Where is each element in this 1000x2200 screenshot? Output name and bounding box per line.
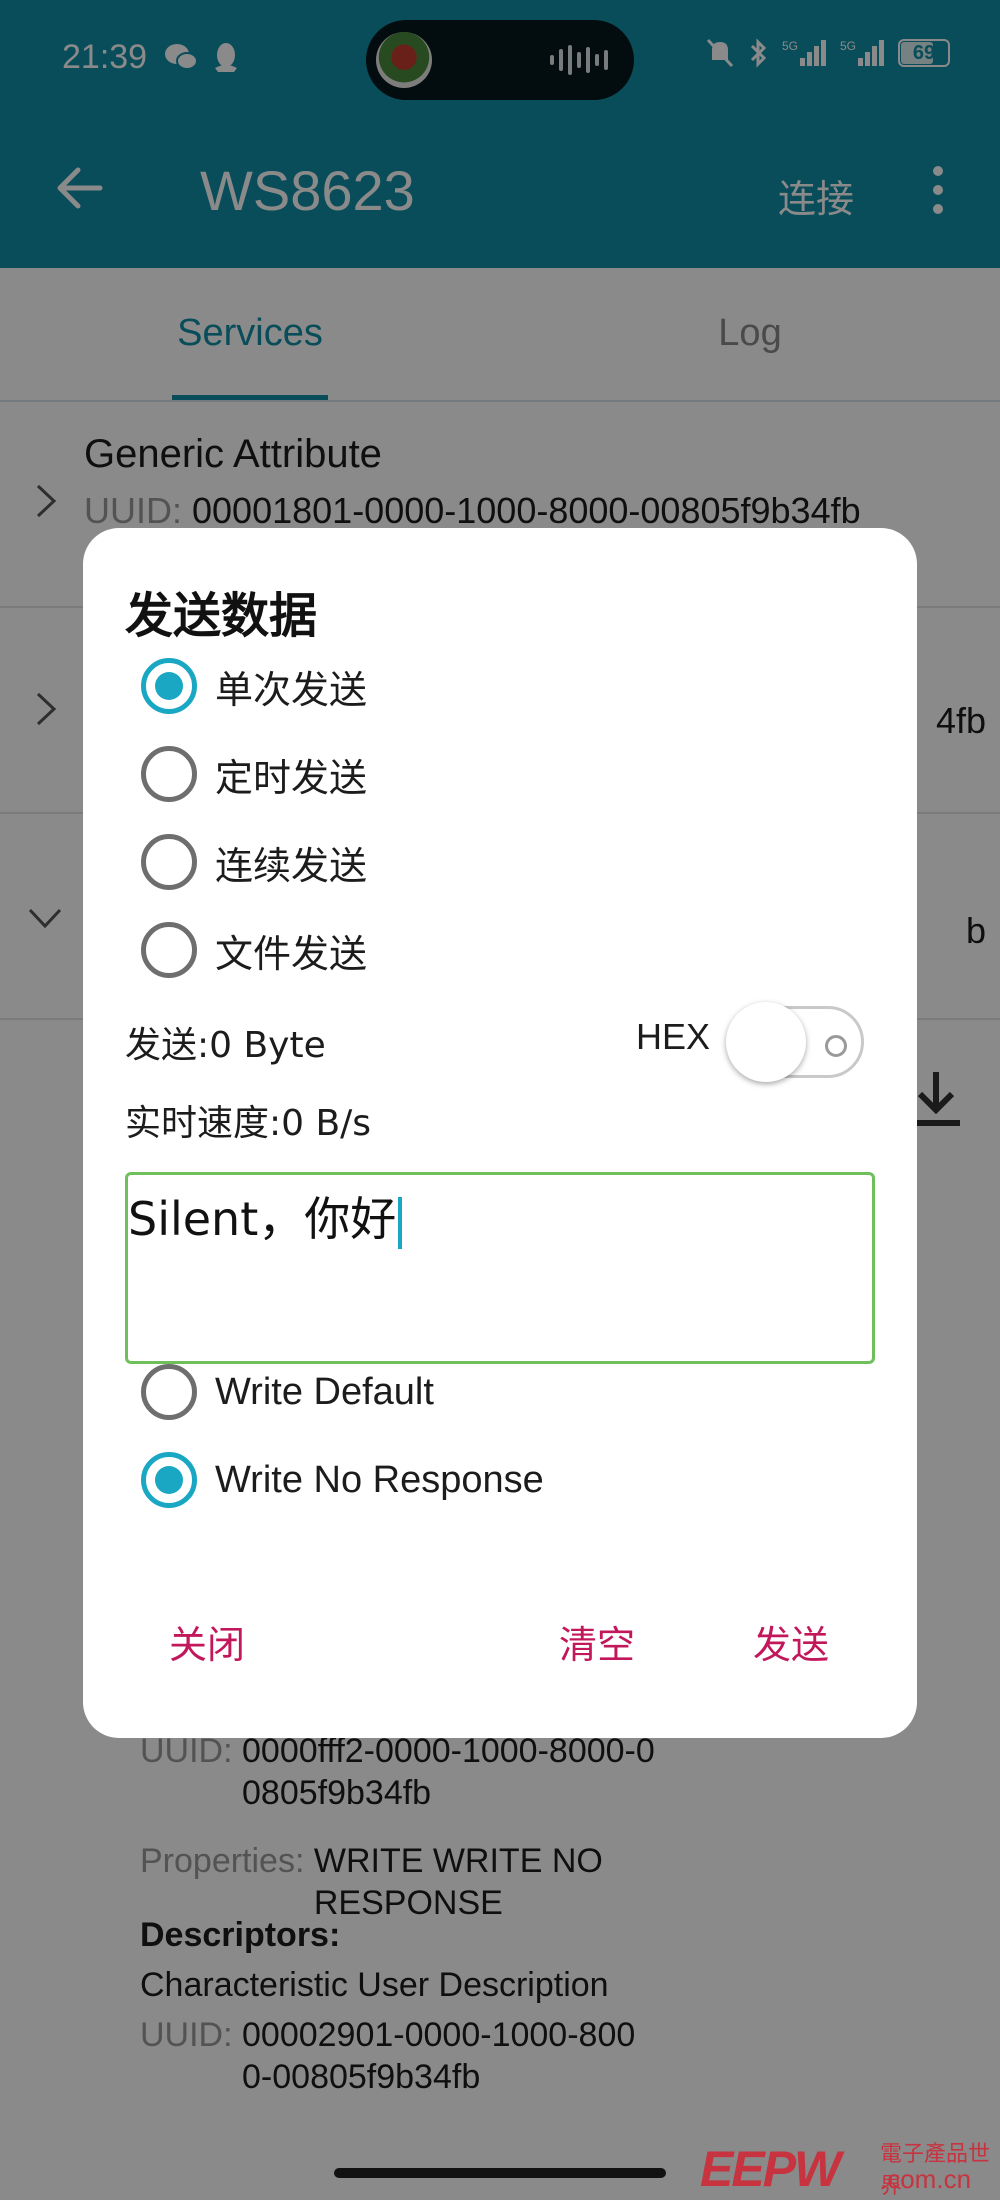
radio-button[interactable]: [141, 1364, 197, 1420]
radio-button[interactable]: [141, 746, 197, 802]
radio-label: 单次发送: [215, 667, 368, 712]
radio-label: 连续发送: [215, 843, 368, 888]
radio-button-checked[interactable]: [141, 1452, 197, 1508]
radio-button-checked[interactable]: [141, 658, 197, 714]
write-mode-default[interactable]: Write Default: [141, 1360, 434, 1424]
sent-bytes-counter: 发送:0 Byte: [125, 1025, 326, 1066]
input-value: Silent，你好: [128, 1192, 397, 1246]
toggle-off-icon: [825, 1035, 847, 1057]
send-data-dialog: 发送数据 单次发送 定时发送 连续发送 文件发送 发送:0 Byte HEX 实…: [83, 528, 917, 1738]
radio-label: 文件发送: [215, 931, 368, 976]
radio-button[interactable]: [141, 922, 197, 978]
realtime-speed: 实时速度:0 B/s: [125, 1103, 372, 1144]
send-mode-file[interactable]: 文件发送: [141, 918, 367, 982]
hex-toggle[interactable]: [726, 1002, 868, 1082]
send-mode-single[interactable]: 单次发送: [141, 654, 367, 718]
dialog-title: 发送数据: [125, 588, 318, 644]
watermark-logo: EEPW: [700, 2141, 841, 2197]
input-text: Silent，你好: [128, 1183, 403, 1249]
close-button[interactable]: 关闭: [169, 1614, 245, 1669]
radio-label: 定时发送: [215, 755, 368, 800]
hex-label: HEX: [636, 1016, 711, 1057]
send-mode-timed[interactable]: 定时发送: [141, 742, 367, 806]
clear-button[interactable]: 清空: [559, 1614, 635, 1669]
send-button[interactable]: 发送: [753, 1614, 829, 1669]
write-mode-no-response[interactable]: Write No Response: [141, 1448, 544, 1512]
radio-label: Write No Response: [215, 1458, 544, 1501]
toggle-thumb: [726, 1002, 806, 1082]
radio-label: Write Default: [215, 1370, 434, 1413]
send-data-input[interactable]: Silent，你好: [125, 1172, 875, 1364]
eepw-watermark: EEPW 電子產品世界 .com.cn: [700, 2132, 1000, 2200]
radio-button[interactable]: [141, 834, 197, 890]
send-mode-continuous[interactable]: 连续发送: [141, 830, 367, 894]
text-caret: [398, 1196, 403, 1249]
watermark-domain: .com.cn: [880, 2164, 972, 2194]
